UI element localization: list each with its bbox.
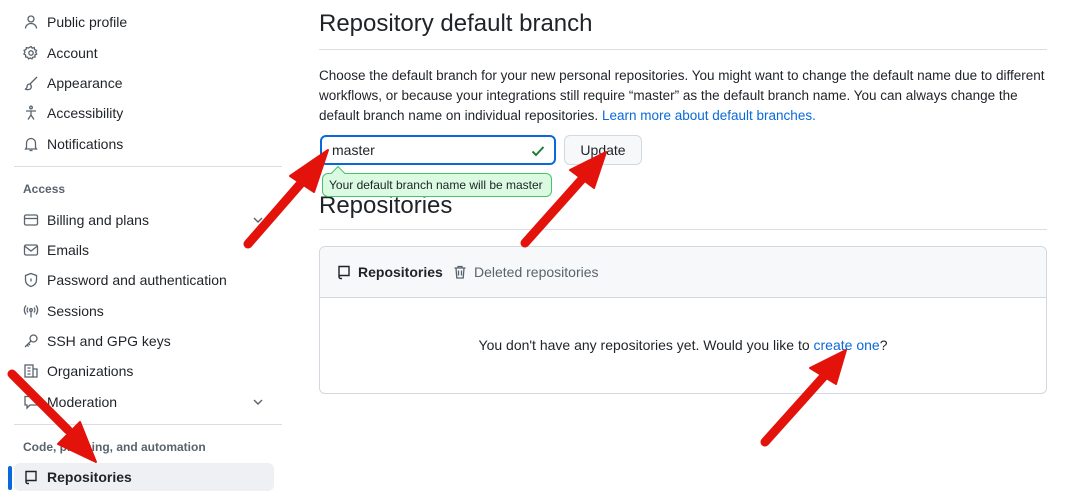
learn-more-link[interactable]: Learn more about default branches. xyxy=(602,108,816,123)
sidebar-item-label: Organizations xyxy=(47,363,134,379)
sidebar-divider xyxy=(14,424,282,425)
sidebar-item-appearance[interactable]: Appearance xyxy=(14,69,274,97)
check-icon xyxy=(531,146,545,157)
organization-icon xyxy=(23,363,39,379)
sidebar-item-sessions[interactable]: Sessions xyxy=(14,297,274,325)
create-repository-link[interactable]: create one xyxy=(814,337,880,353)
report-icon xyxy=(23,394,39,410)
key-icon xyxy=(23,333,39,349)
bell-icon xyxy=(23,136,39,152)
sidebar-item-label: Moderation xyxy=(47,394,118,410)
title-divider xyxy=(319,49,1047,50)
sidebar-item-repositories[interactable]: Repositories xyxy=(14,463,274,491)
credit-card-icon xyxy=(23,212,39,228)
branch-input-value: master xyxy=(332,142,375,158)
chevron-down-icon[interactable] xyxy=(250,394,266,410)
sidebar-item-ssh-gpg-keys[interactable]: SSH and GPG keys xyxy=(14,327,274,355)
sidebar-item-organizations[interactable]: Organizations xyxy=(14,357,274,385)
mail-icon xyxy=(23,242,39,258)
repositories-tabs: Repositories Deleted repositories xyxy=(320,247,1046,298)
sidebar-divider xyxy=(14,166,282,167)
validation-tooltip: Your default branch name will be master xyxy=(322,173,552,197)
paintbrush-icon xyxy=(23,75,39,91)
tab-label: Deleted repositories xyxy=(474,264,599,280)
sidebar-item-account[interactable]: Account xyxy=(14,39,274,67)
sidebar-item-moderation[interactable]: Moderation xyxy=(14,388,274,416)
sidebar-item-label: Notifications xyxy=(47,136,124,152)
settings-sidebar: Public profile Account Appearance Access… xyxy=(0,0,290,495)
empty-state-message: You don't have any repositories yet. Wou… xyxy=(320,337,1046,353)
sidebar-item-label: Sessions xyxy=(47,303,104,319)
tab-deleted-repositories[interactable]: Deleted repositories xyxy=(452,264,599,280)
sidebar-item-emails[interactable]: Emails xyxy=(14,236,274,264)
sidebar-item-accessibility[interactable]: Accessibility xyxy=(14,99,274,127)
repo-icon xyxy=(338,265,350,280)
active-indicator xyxy=(8,466,12,490)
trash-icon xyxy=(454,265,466,279)
page-title: Repository default branch xyxy=(319,10,593,37)
repo-icon xyxy=(23,469,39,485)
shield-lock-icon xyxy=(23,272,39,288)
sidebar-item-label: SSH and GPG keys xyxy=(47,333,171,349)
sidebar-item-label: Accessibility xyxy=(47,105,124,121)
sidebar-item-label: Appearance xyxy=(47,75,123,91)
sidebar-item-notifications[interactable]: Notifications xyxy=(14,130,274,158)
sidebar-group-code-title: Code, planning, and automation xyxy=(23,440,206,454)
accessibility-icon xyxy=(23,105,39,121)
default-branch-description: Choose the default branch for your new p… xyxy=(319,66,1047,126)
repositories-box: Repositories Deleted repositories You do… xyxy=(319,246,1047,394)
sidebar-item-label: Public profile xyxy=(47,14,128,30)
sidebar-item-label: Billing and plans xyxy=(47,212,149,228)
broadcast-icon xyxy=(23,303,39,319)
sidebar-item-password[interactable]: Password and authentication xyxy=(14,266,274,294)
sidebar-item-public-profile[interactable]: Public profile xyxy=(14,8,274,36)
sidebar-item-label: Emails xyxy=(47,242,90,258)
gear-icon xyxy=(23,45,39,61)
sidebar-group-access-title: Access xyxy=(23,182,66,196)
update-button[interactable]: Update xyxy=(564,135,642,165)
sidebar-item-label: Password and authentication xyxy=(47,272,227,288)
empty-state-suffix: ? xyxy=(879,337,888,353)
sidebar-item-billing[interactable]: Billing and plans xyxy=(14,206,274,234)
chevron-down-icon[interactable] xyxy=(250,212,266,228)
repositories-divider xyxy=(319,229,1047,230)
settings-page: Public profile Account Appearance Access… xyxy=(0,0,1080,495)
tab-repositories[interactable]: Repositories xyxy=(336,264,443,280)
default-branch-input[interactable]: master xyxy=(320,135,556,165)
empty-state-text: You don't have any repositories yet. Wou… xyxy=(478,337,814,353)
tab-label: Repositories xyxy=(358,264,443,280)
sidebar-item-label: Account xyxy=(47,45,98,61)
person-icon xyxy=(23,14,39,30)
sidebar-item-label: Repositories xyxy=(47,469,132,485)
